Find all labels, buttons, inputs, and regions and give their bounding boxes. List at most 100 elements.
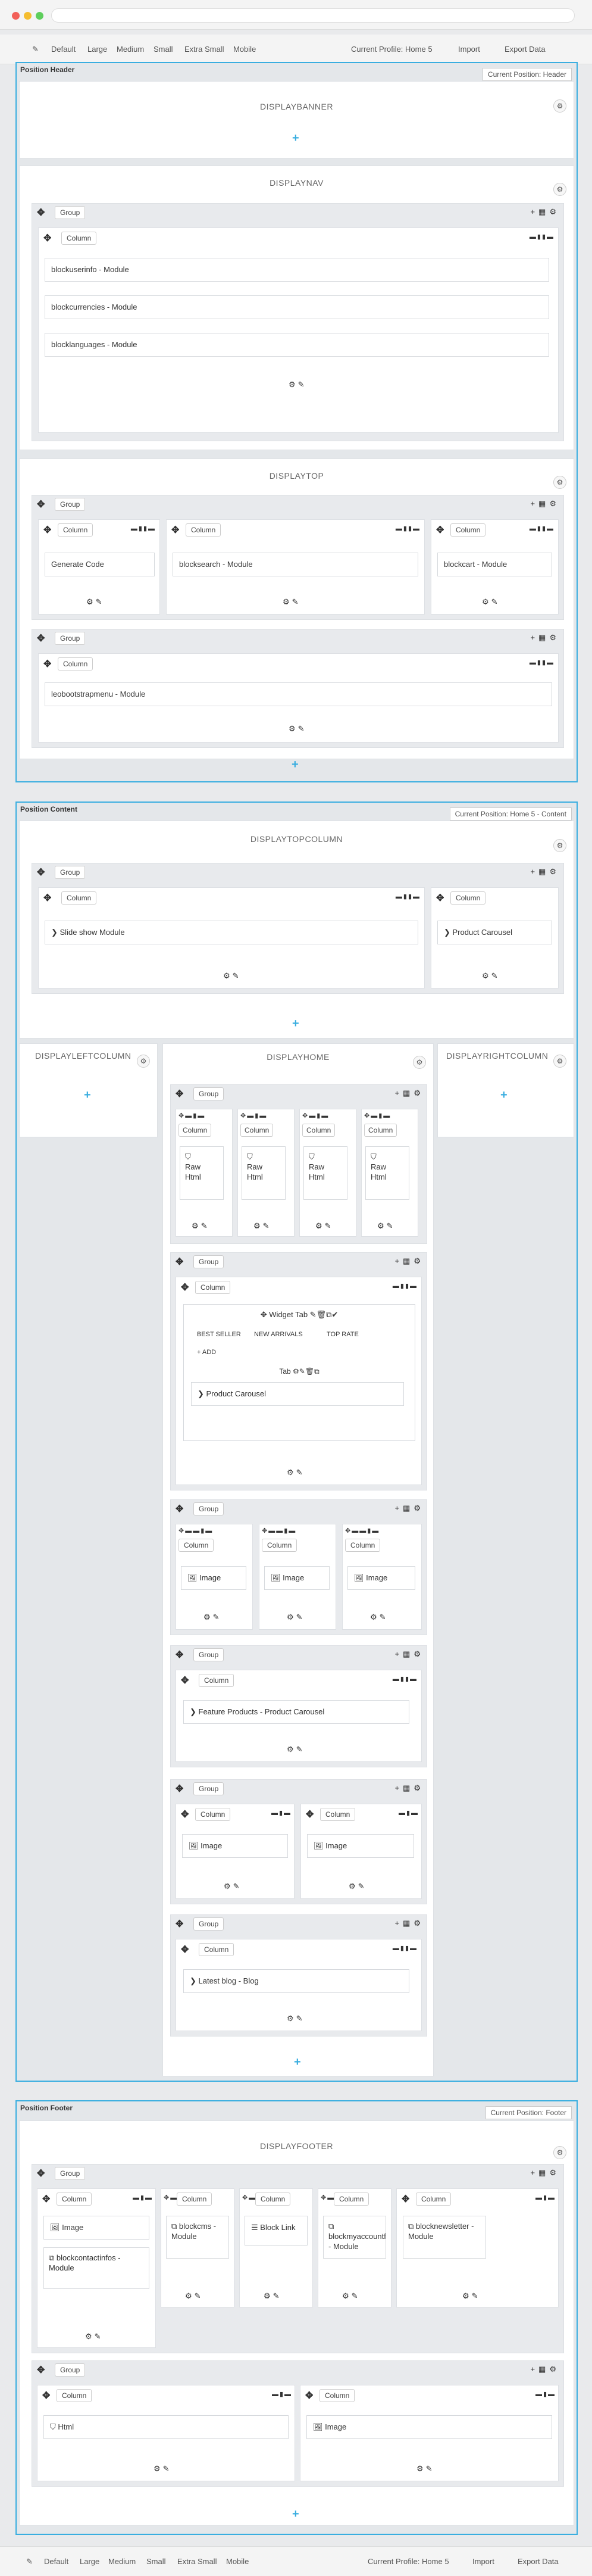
column-footer-tools-icon[interactable]: ⚙✎ bbox=[416, 2464, 435, 2474]
group-dropdown[interactable]: Group bbox=[55, 632, 86, 645]
module-item[interactable]: ⛉ Html bbox=[43, 2415, 289, 2439]
column-dropdown[interactable]: Column bbox=[177, 2193, 212, 2206]
module-item[interactable]: blocklanguages - Module bbox=[45, 333, 549, 357]
column-footer-tools-icon[interactable]: ⚙✎ bbox=[192, 1221, 210, 1231]
move-icon[interactable]: ✥ bbox=[181, 1283, 189, 1293]
widget-tools-icon[interactable]: ✎🗑⧉✔ bbox=[308, 1310, 339, 1319]
group-dropdown[interactable]: Group bbox=[193, 1917, 224, 1931]
column-dropdown[interactable]: Column bbox=[178, 1539, 214, 1552]
module-item[interactable]: ❯ Slide show Module bbox=[45, 921, 418, 944]
module-item[interactable]: 🖼 Image bbox=[347, 1566, 415, 1590]
current-position-button[interactable]: Current Position: Home 5 - Content bbox=[449, 807, 572, 821]
gear-icon[interactable]: ⚙ bbox=[137, 1055, 150, 1068]
minimize-dot[interactable] bbox=[24, 12, 32, 20]
module-item[interactable]: ⧉ blockcontactinfos - Module bbox=[43, 2247, 149, 2289]
column-dropdown[interactable]: Column bbox=[450, 891, 486, 905]
column-dropdown[interactable]: Column bbox=[178, 1124, 212, 1137]
column-tools-icon[interactable]: ✥▬▮▬ bbox=[364, 1112, 391, 1119]
device-small[interactable]: Small bbox=[154, 45, 173, 54]
column-footer-tools-icon[interactable]: ⚙✎ bbox=[377, 1221, 396, 1231]
add-icon[interactable]: + bbox=[292, 2508, 299, 2520]
column-tools-icon[interactable]: ▬▮▬ bbox=[133, 2194, 153, 2201]
move-icon[interactable]: ✥ bbox=[176, 1651, 183, 1660]
module-item[interactable]: ❯ Product Carousel bbox=[191, 1382, 404, 1406]
move-icon[interactable]: ✥ bbox=[37, 868, 45, 878]
close-dot[interactable] bbox=[12, 12, 20, 20]
module-item[interactable]: ☰ Block Link bbox=[245, 2216, 308, 2246]
column-dropdown[interactable]: Column bbox=[302, 1124, 336, 1137]
module-item[interactable]: 🖼 Image bbox=[181, 1566, 246, 1590]
move-icon[interactable]: ✥ bbox=[176, 1505, 183, 1514]
gear-icon[interactable]: ⚙ bbox=[553, 2146, 566, 2159]
column-tools-icon[interactable]: ▬▮▮▬ bbox=[530, 659, 555, 666]
column-dropdown[interactable]: Column bbox=[334, 2193, 369, 2206]
column-footer-tools-icon[interactable]: ⚙✎ bbox=[287, 1468, 305, 1477]
column-footer-tools-icon[interactable]: ⚙✎ bbox=[85, 2332, 104, 2341]
column-dropdown[interactable]: Column bbox=[186, 523, 221, 537]
group-dropdown[interactable]: Group bbox=[193, 1782, 224, 1795]
column-dropdown[interactable]: Column bbox=[255, 2193, 291, 2206]
group-dropdown[interactable]: Group bbox=[55, 206, 86, 219]
group-dropdown[interactable]: Group bbox=[55, 498, 86, 511]
tab-best-seller[interactable]: BEST SELLER bbox=[197, 1330, 241, 1340]
column-footer-tools-icon[interactable]: ⚙✎ bbox=[370, 1613, 389, 1622]
column-tools-icon[interactable]: ▬▮▮▬ bbox=[393, 1282, 418, 1290]
gear-icon[interactable]: ⚙ bbox=[553, 839, 566, 852]
column-footer-tools-icon[interactable]: ⚙✎ bbox=[283, 597, 301, 607]
column-dropdown[interactable]: Column bbox=[61, 891, 97, 905]
current-position-button[interactable]: Current Position: Header bbox=[482, 68, 572, 81]
column-tools-icon[interactable]: ✥▬▮▬ bbox=[240, 1112, 267, 1119]
add-tab-button[interactable]: + ADD bbox=[197, 1348, 216, 1358]
device-large[interactable]: Large bbox=[80, 2557, 99, 2566]
group-tools-icon[interactable]: +▦⚙ bbox=[394, 1256, 424, 1266]
move-icon[interactable]: ✥ bbox=[37, 634, 45, 644]
column-footer-tools-icon[interactable]: ⚙✎ bbox=[315, 1221, 334, 1231]
device-mobile[interactable]: Mobile bbox=[226, 2557, 249, 2566]
column-footer-tools-icon[interactable]: ⚙✎ bbox=[223, 971, 242, 981]
group-dropdown[interactable]: Group bbox=[55, 866, 86, 879]
gear-icon[interactable]: ⚙ bbox=[553, 99, 566, 113]
group-dropdown[interactable]: Group bbox=[55, 2167, 86, 2180]
move-icon[interactable]: ✥ bbox=[43, 526, 51, 535]
module-item[interactable]: ⧉ blockcms - Module bbox=[166, 2216, 229, 2259]
move-icon[interactable]: ✥ bbox=[306, 1810, 314, 1820]
wrench-icon[interactable]: ✎ bbox=[26, 2557, 33, 2566]
move-icon[interactable]: ✥ bbox=[43, 660, 51, 669]
column-dropdown[interactable]: Column bbox=[195, 1808, 231, 1821]
move-icon[interactable]: ✥ bbox=[43, 894, 51, 903]
group-dropdown[interactable]: Group bbox=[193, 1255, 224, 1268]
move-icon[interactable]: ✥ bbox=[42, 2195, 50, 2204]
group-tools-icon[interactable]: +▦⚙ bbox=[394, 1089, 424, 1098]
tab-tools-icon[interactable]: ⚙✎🗑⧉ bbox=[291, 1367, 320, 1376]
column-dropdown[interactable]: Column bbox=[345, 1539, 381, 1552]
device-medium[interactable]: Medium bbox=[117, 45, 144, 54]
move-icon[interactable]: ✥ bbox=[37, 208, 45, 218]
add-icon[interactable]: + bbox=[292, 1018, 299, 1030]
move-icon[interactable]: ✥ bbox=[181, 1945, 189, 1955]
column-footer-tools-icon[interactable]: ⚙✎ bbox=[289, 380, 307, 389]
column-footer-tools-icon[interactable]: ⚙✎ bbox=[287, 2014, 305, 2023]
device-default[interactable]: Default bbox=[44, 2557, 68, 2566]
module-item[interactable]: 🖼 Image bbox=[43, 2216, 149, 2240]
column-footer-tools-icon[interactable]: ⚙✎ bbox=[462, 2291, 481, 2301]
import-button[interactable]: Import bbox=[458, 45, 480, 54]
column-footer-tools-icon[interactable]: ⚙✎ bbox=[203, 1613, 222, 1622]
tab-top-rate[interactable]: TOP RATE bbox=[327, 1330, 359, 1340]
column-footer-tools-icon[interactable]: ⚙✎ bbox=[224, 1882, 242, 1891]
column-tools-icon[interactable]: ▬▮▬ bbox=[535, 2390, 556, 2398]
group-tools-icon[interactable]: +▦⚙ bbox=[394, 1783, 424, 1793]
profile-dropdown[interactable]: Current Profile: Home 5 bbox=[351, 45, 433, 54]
move-icon[interactable]: ✥ bbox=[436, 526, 444, 535]
module-item[interactable]: ⛉ Raw Html bbox=[242, 1146, 286, 1200]
move-icon[interactable]: ✥ bbox=[37, 500, 45, 510]
column-tools-icon[interactable]: ▬▮▬ bbox=[535, 2194, 556, 2201]
column-footer-tools-icon[interactable]: ⚙✎ bbox=[482, 597, 500, 607]
group-tools-icon[interactable]: +▦⚙ bbox=[530, 499, 560, 509]
column-dropdown[interactable]: Column bbox=[61, 232, 97, 245]
column-tools-icon[interactable]: ✥▬▬▮▬ bbox=[178, 1527, 213, 1535]
column-tools-icon[interactable]: ✥▬▮▬ bbox=[178, 1112, 205, 1119]
group-tools-icon[interactable]: +▦⚙ bbox=[530, 867, 560, 877]
profile-dropdown[interactable]: Current Profile: Home 5 bbox=[368, 2557, 449, 2566]
move-icon[interactable]: ✥ bbox=[176, 1785, 183, 1794]
column-tools-icon[interactable]: ▬▮▮▬ bbox=[530, 233, 555, 241]
